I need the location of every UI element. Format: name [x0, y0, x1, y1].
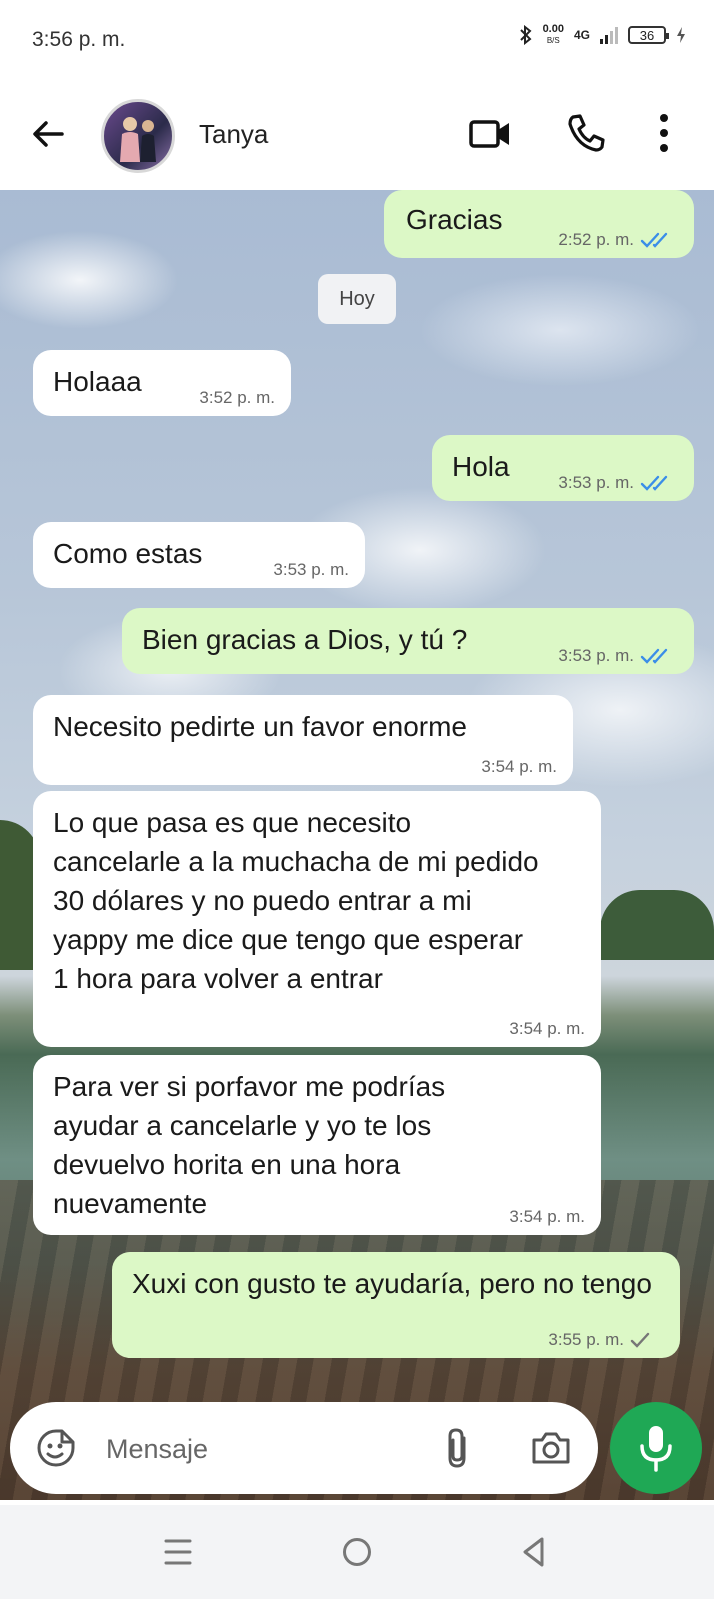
back-arrow-icon[interactable]	[28, 114, 68, 154]
message-text: Para ver si porfavor me podrías ayudar a…	[53, 1071, 446, 1219]
signal-icon	[600, 26, 618, 44]
read-ticks-icon	[640, 475, 668, 491]
mic-icon	[640, 1426, 672, 1472]
video-call-icon[interactable]	[468, 114, 512, 154]
message-time: 2:52 p. m.	[558, 230, 634, 249]
avatar-photo	[120, 117, 156, 162]
more-vert-icon[interactable]	[656, 112, 672, 154]
status-bar: 3:56 p. m. 0.00 B/S 4G 36	[0, 0, 714, 82]
message-text: Necesito pedirte un favor enorme	[53, 711, 467, 742]
system-nav-bar	[0, 1505, 714, 1599]
home-icon[interactable]	[343, 1538, 371, 1566]
message-text: Lo que pasa es que necesito cancelarle a…	[53, 807, 539, 994]
net-speed: 0.00 B/S	[542, 23, 564, 46]
message-bubble-incoming[interactable]: Para ver si porfavor me podrías ayudar a…	[33, 1055, 601, 1235]
status-icons: 0.00 B/S 4G 36	[519, 24, 686, 46]
message-input[interactable]	[104, 1430, 408, 1468]
network-type: 4G	[573, 28, 590, 42]
message-composer	[10, 1402, 598, 1494]
message-bubble-outgoing[interactable]: Bien gracias a Dios, y tú ? 3:53 p. m.	[122, 608, 694, 674]
recent-apps-icon[interactable]	[163, 1535, 193, 1569]
contact-name[interactable]: Tanya	[199, 119, 268, 150]
message-bubble-outgoing[interactable]: Gracias 2:52 p. m.	[384, 190, 694, 258]
message-bubble-incoming[interactable]: Lo que pasa es que necesito cancelarle a…	[33, 791, 601, 1047]
emoji-icon[interactable]	[36, 1428, 76, 1468]
status-time: 3:56 p. m.	[32, 28, 126, 51]
read-ticks-icon	[640, 232, 668, 248]
avatar[interactable]	[101, 99, 175, 173]
bluetooth-icon	[519, 25, 532, 45]
battery-icon: 36	[628, 26, 669, 44]
message-bubble-incoming[interactable]: Necesito pedirte un favor enorme 3:54 p.…	[33, 695, 573, 785]
read-ticks-icon	[640, 648, 668, 664]
message-bubble-incoming[interactable]: Holaaa 3:52 p. m.	[33, 350, 291, 416]
mic-button[interactable]	[610, 1402, 702, 1494]
chat-area[interactable]: Gracias 2:52 p. m. Hoy Holaaa 3:52 p. m.…	[0, 190, 714, 1500]
attach-icon[interactable]	[440, 1426, 476, 1470]
date-chip: Hoy	[318, 274, 396, 324]
charging-icon	[677, 27, 685, 43]
message-time: 3:54 p. m.	[509, 1019, 585, 1038]
message-time: 3:54 p. m.	[509, 1207, 585, 1226]
message-text: Xuxi con gusto te ayudaría, pero no teng…	[132, 1268, 652, 1299]
message-time: 3:52 p. m.	[199, 388, 275, 407]
message-time: 3:53 p. m.	[558, 646, 634, 665]
message-bubble-incoming[interactable]: Como estas 3:53 p. m.	[33, 522, 365, 588]
camera-icon[interactable]	[530, 1428, 572, 1468]
message-time: 3:55 p. m.	[548, 1330, 624, 1349]
message-time: 3:53 p. m.	[273, 560, 349, 579]
nav-back-icon[interactable]	[520, 1535, 548, 1569]
message-time: 3:54 p. m.	[481, 757, 557, 776]
message-bubble-outgoing[interactable]: Hola 3:53 p. m.	[432, 435, 694, 501]
wallpaper-trees	[600, 890, 714, 960]
chat-header: Tanya	[0, 82, 714, 190]
message-time: 3:53 p. m.	[558, 473, 634, 492]
sent-tick-icon	[630, 1332, 650, 1348]
message-bubble-outgoing[interactable]: Xuxi con gusto te ayudaría, pero no teng…	[112, 1252, 680, 1358]
phone-icon[interactable]	[565, 112, 607, 154]
